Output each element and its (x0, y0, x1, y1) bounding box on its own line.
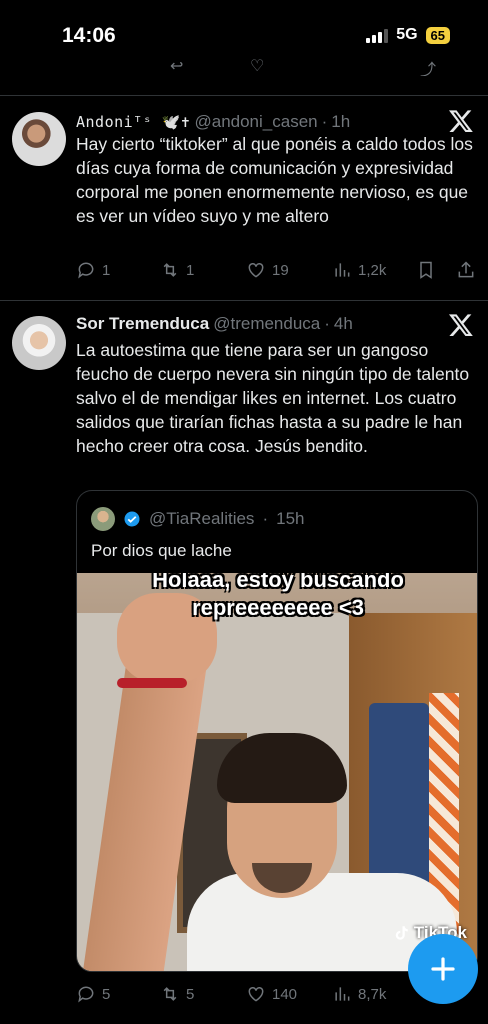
timestamp[interactable]: 1h (331, 112, 350, 132)
status-time: 14:06 (62, 24, 116, 47)
tweet-header: Sor Tremenduca @tremenduca · 4h (76, 314, 438, 334)
quoted-tweet[interactable]: @TiaRealities · 15h Por dios que lache H… (76, 490, 478, 972)
views-count: 8,7k (358, 985, 387, 1003)
tiktok-icon (395, 926, 408, 940)
avatar[interactable] (12, 112, 66, 166)
views-icon (335, 263, 350, 277)
video-bracelet (117, 678, 187, 688)
like-count: 140 (272, 985, 298, 1003)
tweet-text: Hay cierto “tiktoker” al que ponéis a ca… (76, 134, 473, 226)
compose-plus-icon (431, 957, 455, 981)
views-icon (335, 987, 350, 1001)
x-logo-icon[interactable] (448, 108, 474, 134)
timestamp[interactable]: 4h (334, 314, 353, 334)
divider (0, 300, 488, 301)
views-button[interactable]: 1,2k (332, 260, 386, 280)
reply-button[interactable]: 5 (76, 984, 110, 1004)
reply-count: 5 (102, 985, 111, 1003)
quoted-tweet-header: @TiaRealities · 15h (91, 507, 304, 531)
tweet-actions: 1 1 19 1,2k (76, 260, 480, 284)
reply-button[interactable]: 1 (76, 260, 110, 280)
repost-button[interactable]: 5 (160, 984, 194, 1004)
repost-count: 5 (186, 985, 195, 1003)
quoted-handle[interactable]: @TiaRealities (149, 509, 254, 529)
separator-dot: · (262, 509, 269, 528)
quoted-avatar[interactable] (91, 507, 115, 531)
repost-icon (163, 987, 177, 1001)
bookmark-icon[interactable] (416, 260, 436, 280)
reply-icon (78, 262, 94, 279)
video-caption-line-2: repreeeeeeee <3 (192, 595, 364, 620)
like-icon[interactable]: ♡ (250, 56, 264, 76)
share-icon[interactable]: ⤴ (420, 56, 436, 76)
like-count: 19 (272, 261, 289, 279)
previous-tweet-actions: ↩ ♡ ⤴ (0, 56, 488, 76)
video-thumbnail[interactable]: Holaaa, estoy buscando repreeeeeeee <3 T… (77, 573, 477, 971)
tweet-text: La autoestima que tiene para ser un gang… (76, 340, 470, 456)
battery-badge: 65 (425, 26, 450, 44)
views-count: 1,2k (358, 261, 387, 279)
share-icon[interactable] (456, 260, 476, 280)
quoted-timestamp[interactable]: 15h (276, 509, 304, 529)
reply-icon (78, 986, 94, 1003)
views-button[interactable]: 8,7k (332, 984, 386, 1004)
separator-dot: · (324, 314, 330, 333)
status-indicators: 5G 65 (366, 26, 450, 44)
like-button[interactable]: 19 (246, 260, 289, 280)
repost-button[interactable]: 1 (160, 260, 194, 280)
video-caption-line-1: Holaaa, estoy buscando (152, 573, 404, 592)
avatar[interactable] (12, 316, 66, 370)
handle[interactable]: @andoni_casen (194, 112, 317, 132)
repost-count: 1 (186, 261, 195, 279)
x-logo-icon[interactable] (448, 312, 474, 338)
like-icon (248, 986, 264, 1002)
separator-dot: · (321, 112, 328, 131)
like-button[interactable]: 140 (246, 984, 297, 1004)
signal-icon (366, 28, 389, 43)
repost-icon (163, 263, 177, 277)
quoted-text: Por dios que lache (91, 541, 232, 560)
handle[interactable]: @tremenduca (213, 314, 320, 334)
reply-icon[interactable]: ↩ (170, 56, 183, 76)
verified-badge-icon (124, 511, 140, 527)
display-name[interactable]: Sor Tremenduca (76, 314, 209, 334)
reply-count: 1 (102, 261, 111, 279)
display-name[interactable]: Andoniᵀˢ 🕊️✝ (76, 113, 190, 131)
compose-button[interactable] (408, 934, 478, 1004)
network-label: 5G (396, 26, 418, 43)
tweet[interactable]: Andoniᵀˢ 🕊️✝ @andoni_casen · 1h Hay cier… (0, 110, 488, 300)
tweet-header: Andoniᵀˢ 🕊️✝ @andoni_casen · 1h (76, 112, 438, 132)
divider (0, 95, 488, 96)
like-icon (248, 262, 264, 278)
